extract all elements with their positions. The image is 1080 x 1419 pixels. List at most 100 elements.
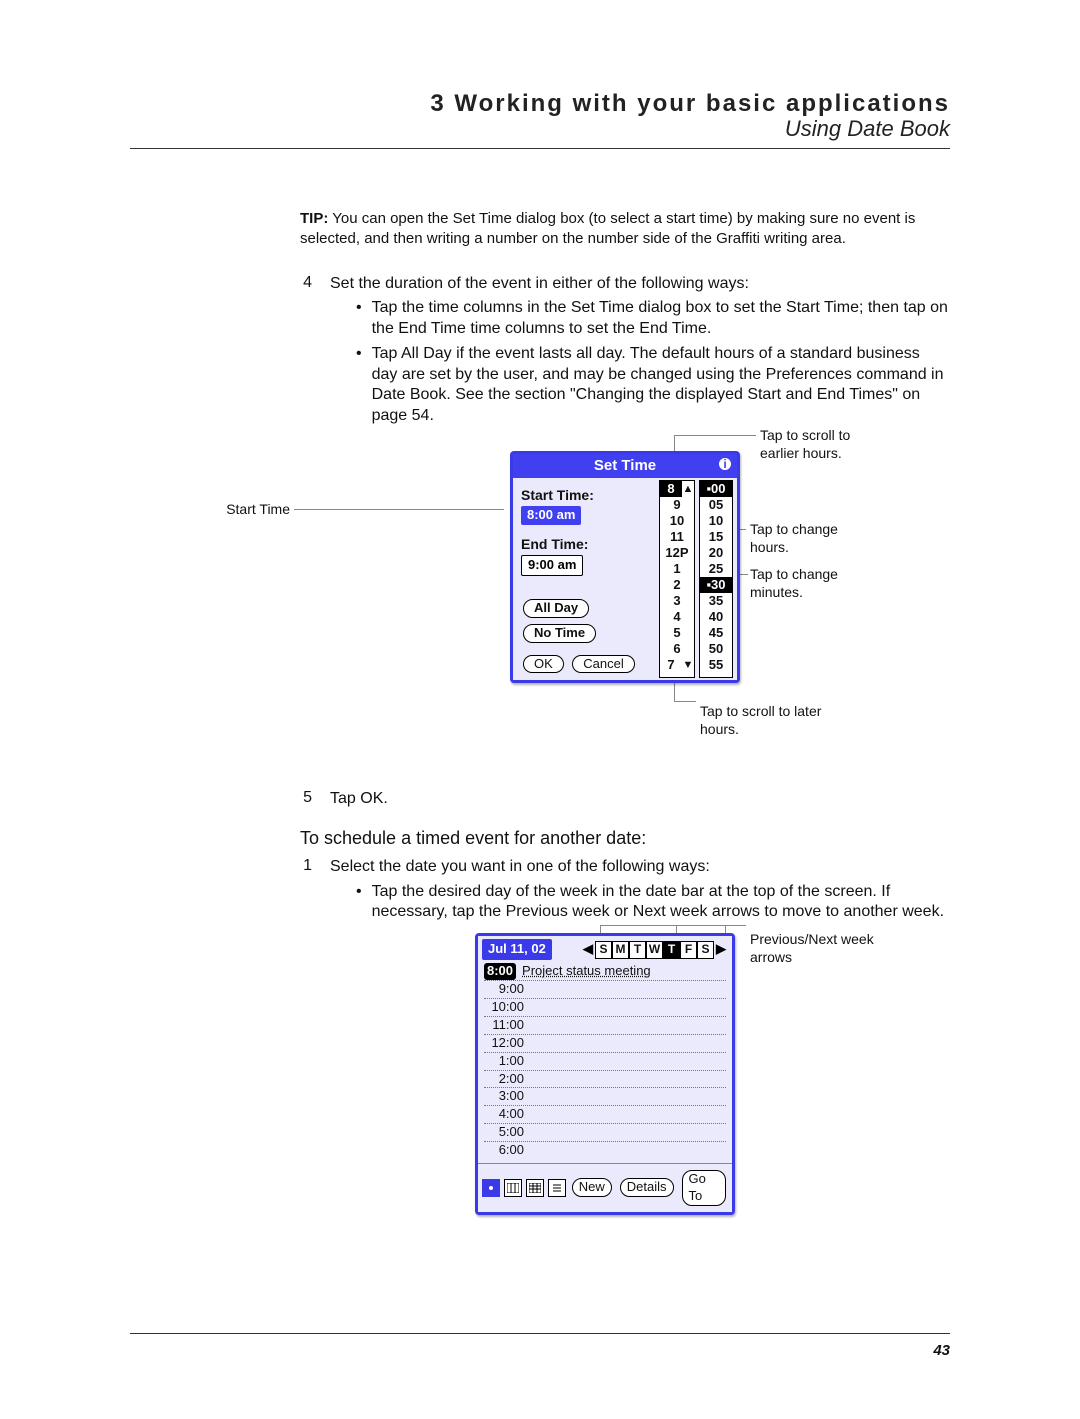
tip-label: TIP: [300,210,328,227]
date-book-figure: Previous/Next week arrows Jul 11, 02 ◀SM… [330,933,950,1243]
scroll-down-icon[interactable]: ▼ [682,657,694,673]
hour-cell[interactable]: 8 [660,481,682,497]
bullet-icon: • [356,344,362,427]
callout-change-hours: Tap to change hours. [750,521,870,556]
time-label: 3:00 [484,1088,524,1105]
weekday-cell[interactable]: M [612,941,629,959]
new-button[interactable]: New [572,1178,612,1197]
footer-rule [130,1333,950,1334]
time-slot-row[interactable]: 1:00 [484,1053,726,1071]
time-label: 10:00 [484,999,524,1016]
week-view-icon[interactable] [504,1179,522,1197]
minute-cell[interactable]: 15 [700,529,732,545]
start-time-value[interactable]: 8:00 am [521,506,581,525]
callout-scroll-earlier: Tap to scroll to earlier hours. [760,427,880,462]
time-label: 8:00 [484,963,516,980]
cancel-button[interactable]: Cancel [572,655,634,674]
date-display[interactable]: Jul 11, 02 [482,939,552,960]
month-view-icon[interactable] [526,1179,544,1197]
time-slot-row[interactable]: 9:00 [484,981,726,999]
step-4-lead: Set the duration of the event in either … [330,274,950,295]
step-4-number: 4 [300,274,312,782]
weekday-cell[interactable]: S [697,941,714,959]
time-slot-row[interactable]: 6:00 [484,1142,726,1159]
hour-cell[interactable]: 6 [660,641,694,657]
time-label: 6:00 [484,1142,524,1159]
hour-cell[interactable]: 3 [660,593,694,609]
time-slot-row[interactable]: 8:00 Project status meeting [484,963,726,981]
weekday-cell[interactable]: W [646,941,663,959]
step-5-text: Tap OK. [330,789,950,810]
weekday-cell[interactable]: S [595,941,612,959]
goto-button[interactable]: Go To [682,1170,727,1206]
minute-cell[interactable]: 05 [700,497,732,513]
start-time-label: Start Time: [521,486,655,504]
step-5-number: 5 [300,789,312,810]
minute-cell[interactable]: 45 [700,625,732,641]
time-label: 1:00 [484,1053,524,1070]
step-1b-bullet-1: Tap the desired day of the week in the d… [372,882,950,924]
tip-block: TIP: You can open the Set Time dialog bo… [300,209,950,250]
all-day-button[interactable]: All Day [523,599,589,618]
minute-cell[interactable]: 40 [700,609,732,625]
next-week-icon[interactable]: ▶ [714,941,728,959]
step-1b-lead: Select the date you want in one of the f… [330,857,950,878]
time-label: 5:00 [484,1124,524,1141]
time-label: 11:00 [484,1017,524,1034]
step-1b-number: 1 [300,857,312,1273]
hour-cell[interactable]: 1 [660,561,694,577]
hour-cell[interactable]: 7 [660,657,682,673]
event-text[interactable]: Project status meeting [522,963,651,980]
weekday-cell[interactable]: T [663,941,680,959]
time-slot-row[interactable]: 3:00 [484,1088,726,1106]
details-button[interactable]: Details [620,1178,674,1197]
header-rule [130,148,950,149]
minute-cell[interactable]: 35 [700,593,732,609]
time-slot-row[interactable]: 12:00 [484,1035,726,1053]
tip-text: You can open the Set Time dialog box (to… [300,210,915,247]
section-title: Using Date Book [130,116,950,142]
no-time-button[interactable]: No Time [523,624,596,643]
set-time-dialog: Set Time i Start Time: 8:00 am End Time:… [510,451,740,683]
prev-week-icon[interactable]: ◀ [581,941,595,959]
minute-cell[interactable]: 55 [700,657,732,673]
minute-cell[interactable]: 50 [700,641,732,657]
scroll-up-icon[interactable]: ▲ [682,481,694,497]
subheading-schedule-another-date: To schedule a timed event for another da… [300,828,950,849]
minute-cell[interactable]: 10 [700,513,732,529]
minute-cell[interactable]: ▪00 [700,481,732,497]
info-icon[interactable]: i [717,456,733,472]
hours-column[interactable]: 8▲9101112P1234567▼ [659,480,695,679]
time-label: 4:00 [484,1106,524,1123]
end-time-value[interactable]: 9:00 am [521,555,583,576]
time-slot-row[interactable]: 4:00 [484,1106,726,1124]
hour-cell[interactable]: 4 [660,609,694,625]
hour-cell[interactable]: 10 [660,513,694,529]
ok-button[interactable]: OK [523,655,564,674]
hour-cell[interactable]: 11 [660,529,694,545]
time-slot-row[interactable]: 11:00 [484,1017,726,1035]
day-view-icon[interactable] [482,1179,500,1197]
callout-prev-next: Previous/Next week arrows [750,931,880,966]
weekday-cell[interactable]: F [680,941,697,959]
time-slot-row[interactable]: 10:00 [484,999,726,1017]
minute-cell[interactable]: 25 [700,561,732,577]
minute-cell[interactable]: 20 [700,545,732,561]
dialog-title: Set Time [594,457,656,474]
page-number: 43 [130,1342,950,1359]
minute-cell[interactable]: ▪30 [700,577,732,593]
minutes-column[interactable]: ▪000510152025▪303540455055 [699,480,733,679]
hour-cell[interactable]: 12P [660,545,694,561]
hour-cell[interactable]: 9 [660,497,694,513]
hour-cell[interactable]: 2 [660,577,694,593]
time-slot-row[interactable]: 5:00 [484,1124,726,1142]
weekday-cell[interactable]: T [629,941,646,959]
time-slot-row[interactable]: 2:00 [484,1071,726,1089]
agenda-view-icon[interactable] [548,1179,566,1197]
hour-cell[interactable]: 5 [660,625,694,641]
time-label: 2:00 [484,1071,524,1088]
chapter-title: 3 Working with your basic applications [130,90,950,118]
bullet-icon: • [356,882,362,924]
bullet-icon: • [356,298,362,340]
time-label: 9:00 [484,981,524,998]
